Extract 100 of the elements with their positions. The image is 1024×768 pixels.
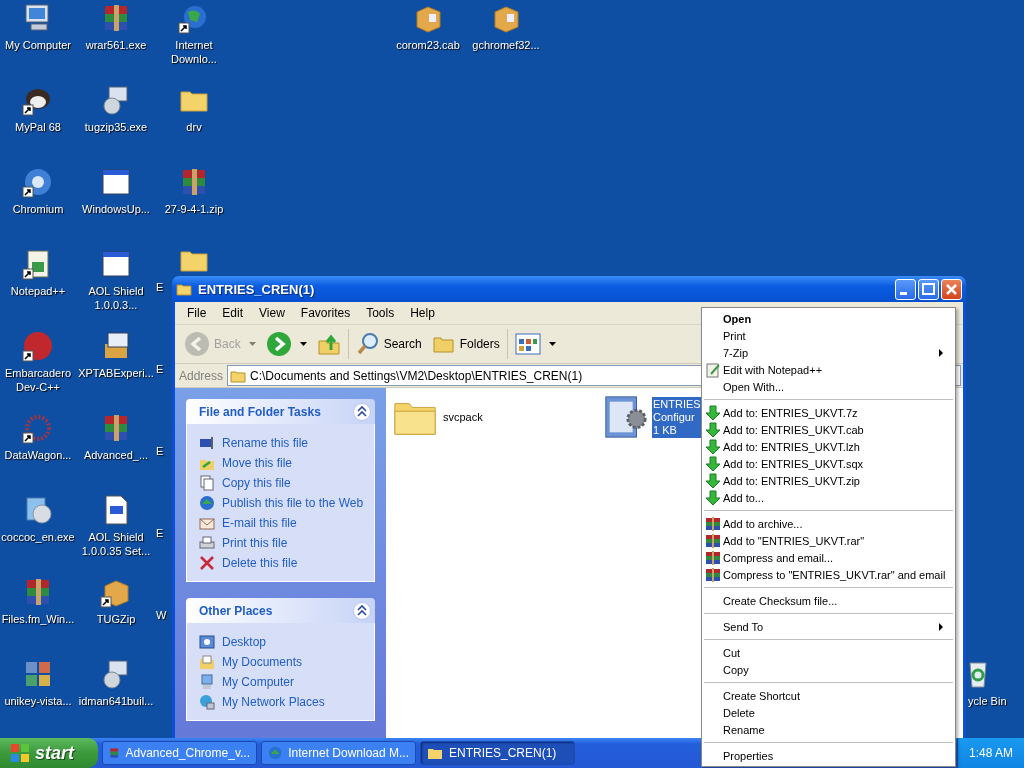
icon-label[interactable]: coccoc_en.exe xyxy=(1,530,75,544)
task-link[interactable]: Copy this file xyxy=(222,476,291,490)
panel-title[interactable]: File and Folder Tasks xyxy=(199,404,321,419)
menu-item[interactable]: Favorites xyxy=(292,306,359,320)
maximize-button[interactable] xyxy=(918,278,939,300)
menu-item[interactable]: Add to: ENTRIES_UKVT.cab xyxy=(702,421,955,438)
icon-label[interactable]: AOL Shield 1.0.0.3... xyxy=(77,284,155,312)
menu-item[interactable]: Add to: ENTRIES_UKVT.sqx xyxy=(702,455,955,472)
task-link[interactable]: E-mail this file xyxy=(222,516,297,530)
recycle-bin-icon[interactable] xyxy=(969,662,987,688)
printer-icon xyxy=(199,535,215,551)
file-name[interactable]: ENTRIES Configur 1 KB xyxy=(652,396,702,438)
icon-label[interactable]: MyPal 68 xyxy=(15,120,61,134)
menu-item[interactable]: Send To xyxy=(702,618,955,635)
logo-icon[interactable] xyxy=(22,330,54,362)
menu-item[interactable]: Cut xyxy=(702,644,955,661)
menu-item[interactable]: Copy xyxy=(702,661,955,678)
menu-item[interactable]: Help xyxy=(402,306,443,320)
icon-label[interactable]: TUGZip xyxy=(96,612,136,626)
task-link[interactable]: Delete this file xyxy=(222,556,298,570)
task-link[interactable]: My Documents xyxy=(222,655,303,669)
search-icon xyxy=(355,332,380,356)
icon-label[interactable]: Files.fm_Win... xyxy=(1,612,75,626)
search-button[interactable]: Search xyxy=(350,327,427,361)
menu-item[interactable]: Add to: ENTRIES_UKVT.zip xyxy=(702,472,955,489)
task-link[interactable]: Rename this file xyxy=(222,436,309,450)
menu-item[interactable]: Rename xyxy=(702,721,955,738)
sphere-icon[interactable] xyxy=(22,166,54,198)
views-icon xyxy=(514,333,541,355)
icon-label[interactable]: E xyxy=(155,362,164,376)
menu-item[interactable]: Add to "ENTRIES_UKVT.rar" xyxy=(702,532,955,549)
dotted-ring-icon[interactable] xyxy=(22,412,54,444)
icon-label[interactable]: W xyxy=(155,608,167,622)
icon-label[interactable]: E xyxy=(155,526,164,540)
task-link[interactable]: Desktop xyxy=(222,635,267,649)
icon-label[interactable]: E xyxy=(155,444,164,458)
icon-label[interactable]: WindowsUp... xyxy=(82,202,150,216)
icon-label[interactable]: tugzip35.exe xyxy=(84,120,148,134)
icon-label[interactable]: XPTABExperi... xyxy=(78,366,154,380)
archive-icon xyxy=(705,532,721,549)
menu-item[interactable]: Add to: ENTRIES_UKVT.lzh xyxy=(702,438,955,455)
task-link[interactable]: My Computer xyxy=(222,675,295,689)
task-link[interactable]: Publish this file to the Web xyxy=(222,496,364,510)
taskbar-button[interactable]: Advanced_Chrome_v... xyxy=(102,741,257,765)
menu-item[interactable]: Tools xyxy=(358,306,403,320)
panel-title[interactable]: Other Places xyxy=(199,603,273,618)
start-button[interactable]: start xyxy=(0,738,98,768)
menu-item[interactable]: 7-Zip xyxy=(702,344,955,361)
icon-label[interactable]: DataWagon... xyxy=(4,448,72,462)
task-link[interactable]: My Network Places xyxy=(222,695,325,709)
icon-label[interactable]: My Computer xyxy=(5,38,71,52)
menu-item[interactable]: Edit xyxy=(214,306,252,320)
icon-label[interactable]: corom23.cab xyxy=(396,38,460,52)
icon-label[interactable]: gchromef32... xyxy=(472,38,540,52)
icon-label[interactable]: unikey-vista... xyxy=(4,694,72,708)
config-file-icon[interactable] xyxy=(602,394,648,440)
menu-item[interactable]: Compress and email... xyxy=(702,549,955,566)
icon-label[interactable]: Embarcadero Dev-C++ xyxy=(0,366,77,394)
icon-label[interactable]: Notepad++ xyxy=(10,284,66,298)
icon-label[interactable]: Internet Downlo... xyxy=(155,38,233,66)
task-link[interactable]: Print this file xyxy=(222,536,288,550)
down-arrow-icon xyxy=(705,472,721,489)
down-arrow-icon xyxy=(705,438,721,455)
icon-label[interactable]: drv xyxy=(186,120,202,134)
folder-icon xyxy=(176,281,192,297)
folders-button[interactable]: Folders xyxy=(426,327,505,361)
chevron-icon[interactable] xyxy=(353,601,371,620)
task-link[interactable]: Move this file xyxy=(222,456,293,470)
icon-label[interactable]: idman641buil... xyxy=(78,694,154,708)
file-name[interactable]: svcpack xyxy=(442,409,484,425)
menu-item[interactable]: Delete xyxy=(702,704,955,721)
window-icon[interactable] xyxy=(100,166,132,198)
down-arrow-icon xyxy=(705,489,721,506)
menu-item[interactable]: File xyxy=(179,306,215,320)
icon-label[interactable]: 27-9-4-1.zip xyxy=(164,202,224,216)
taskbar-button[interactable]: ENTRIES_CREN(1) xyxy=(420,741,575,765)
menu-item[interactable]: View xyxy=(251,306,293,320)
icon-label[interactable]: wrar561.exe xyxy=(85,38,147,52)
menu-item[interactable]: Properties xyxy=(702,747,955,764)
menu-item[interactable]: Add to: ENTRIES_UKVT.7z xyxy=(702,404,955,421)
icon-label[interactable]: AOL Shield 1.0.0.35 Set... xyxy=(77,530,155,558)
minimize-button[interactable] xyxy=(895,278,916,300)
menu-item[interactable]: Print xyxy=(702,327,955,344)
chevron-icon[interactable] xyxy=(353,402,371,421)
icon-label[interactable]: ycle Bin xyxy=(968,694,1007,708)
menu-item[interactable]: Add to archive... xyxy=(702,515,955,532)
panel-header[interactable]: Other Places xyxy=(186,598,375,623)
taskbar-button[interactable]: Internet Download M... xyxy=(261,741,416,765)
icon-label[interactable]: Advanced_... xyxy=(83,448,149,462)
menu-item[interactable]: Create Shortcut xyxy=(702,687,955,704)
icon-label[interactable]: Chromium xyxy=(12,202,64,216)
menu-item[interactable]: Open xyxy=(702,310,955,327)
menu-item[interactable]: Compress to "ENTRIES_UKVT.rar" and email xyxy=(702,566,955,583)
close-button[interactable] xyxy=(941,278,962,300)
panel-header[interactable]: File and Folder Tasks xyxy=(186,399,375,424)
menu-item[interactable]: Create Checksum file... xyxy=(702,592,955,609)
menu-item[interactable]: Add to... xyxy=(702,489,955,506)
icon-label[interactable]: E xyxy=(155,280,164,294)
address-label: Address xyxy=(178,368,225,383)
window-icon[interactable] xyxy=(100,248,132,280)
